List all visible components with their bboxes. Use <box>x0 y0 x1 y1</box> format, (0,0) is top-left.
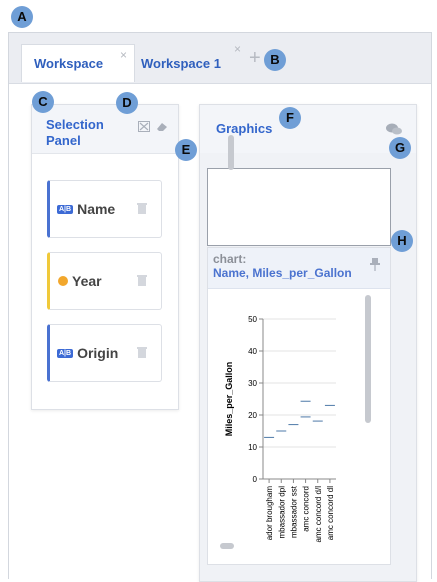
trash-icon[interactable] <box>137 274 147 289</box>
chart-title-fields: Name, Miles_per_Gallon <box>213 266 352 280</box>
chart-plot: 0 10 20 30 40 50 Miles_per_Gallonador brougham… <box>220 295 371 549</box>
graphics-canvas: chart: Name, Miles_per_Gallon 0 10 20 30 40 5… <box>200 153 416 581</box>
callout-a: A <box>11 6 33 28</box>
field-year[interactable]: Year <box>47 252 162 310</box>
callout-f: F <box>279 107 301 129</box>
graphics-panel: Graphics chart: Name, Miles_per_Gallon 0… <box>199 104 417 582</box>
x-tick-label: amc concord <box>302 486 311 532</box>
trash-icon[interactable] <box>137 346 147 361</box>
x-tick-label: mbassador dpl <box>277 486 286 539</box>
x-tick-label: amc concord d/l <box>314 486 323 543</box>
tab-label: Workspace <box>34 56 104 71</box>
y-tick-label: 0 <box>253 475 258 484</box>
field-name[interactable]: A|B Name <box>47 180 162 238</box>
field-origin[interactable]: A|B Origin <box>47 324 162 382</box>
tab-workspace-1[interactable]: Workspace 1 × <box>137 42 245 82</box>
chart-card-header: chart: Name, Miles_per_Gallon <box>208 248 390 289</box>
chart-card: chart: Name, Miles_per_Gallon 0 10 20 30 40 5… <box>207 247 391 565</box>
callout-g: G <box>389 137 411 159</box>
tab-label: Workspace 1 <box>141 55 221 71</box>
vertical-scrollbar[interactable] <box>228 135 234 170</box>
y-tick-label: 20 <box>248 411 257 420</box>
pin-icon[interactable] <box>370 258 380 274</box>
callout-b: B <box>264 49 286 71</box>
chart-card-title: chart: Name, Miles_per_Gallon <box>213 252 352 280</box>
y-tick-label: 30 <box>248 379 257 388</box>
app-window: Workspace × Workspace 1 × + Selection Pa… <box>8 32 432 582</box>
selection-panel-header: Selection Panel <box>32 105 178 154</box>
empty-chart-placeholder[interactable] <box>207 168 391 246</box>
eraser-icon[interactable] <box>156 121 168 135</box>
callout-e: E <box>175 139 197 161</box>
x-tick-label: amc concord dl <box>326 486 335 540</box>
close-icon[interactable]: × <box>234 42 241 56</box>
y-tick-label: 50 <box>248 315 257 324</box>
clock-icon <box>58 276 68 286</box>
selection-panel: Selection Panel A|B Name Year A|B Origin <box>31 104 179 410</box>
chart-title-prefix: chart: <box>213 252 247 266</box>
trash-icon[interactable] <box>137 202 147 217</box>
field-label: Origin <box>77 345 119 361</box>
selection-panel-title: Selection Panel <box>46 117 104 148</box>
nominal-type-icon: A|B <box>57 204 74 214</box>
callout-h: H <box>391 230 413 252</box>
close-icon[interactable]: × <box>120 48 127 62</box>
add-tab-button[interactable]: + <box>249 47 261 70</box>
tab-bar: Workspace × Workspace 1 × + <box>9 33 431 85</box>
field-label: Year <box>72 273 102 289</box>
callout-d: D <box>116 92 138 114</box>
callout-c: C <box>32 91 54 113</box>
x-tick-label: mbassador sst <box>289 485 298 538</box>
graphics-panel-title: Graphics <box>216 121 273 136</box>
x-tick-label: ador brougham <box>265 486 274 541</box>
chart-horizontal-scrollbar <box>220 543 234 549</box>
y-tick-label: 40 <box>248 347 257 356</box>
clear-selection-icon[interactable] <box>138 121 150 135</box>
chart-vertical-scrollbar <box>365 295 371 423</box>
y-tick-label: 10 <box>248 443 257 452</box>
workspace-content: Selection Panel A|B Name Year A|B Origin… <box>9 83 431 582</box>
comments-icon[interactable] <box>386 123 402 138</box>
tab-workspace[interactable]: Workspace × <box>21 44 135 82</box>
field-label: Name <box>77 201 116 217</box>
y-axis-title: Miles_per_Gallon <box>224 362 234 437</box>
nominal-type-icon: A|B <box>57 348 74 358</box>
